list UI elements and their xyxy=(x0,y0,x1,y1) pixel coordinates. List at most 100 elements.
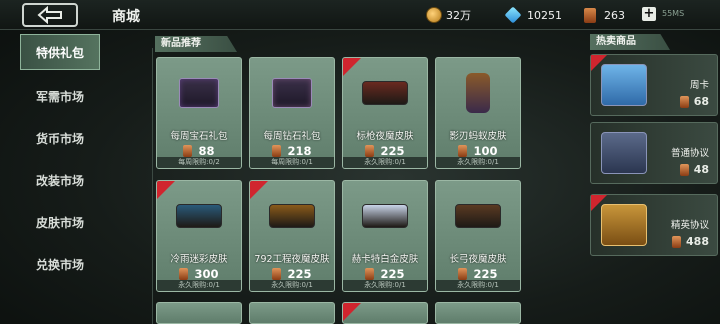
purchase-limit: 永久限购:0/1 xyxy=(343,157,427,168)
coupon-icon xyxy=(458,145,468,157)
hot-item-weekly-card[interactable]: 周卡 68 xyxy=(590,54,718,116)
product-name: 每周钻石礼包 xyxy=(263,131,321,142)
coupon-icon xyxy=(679,95,689,108)
product-card[interactable]: 赫卡特白金皮肤 225 永久限购:0/1 xyxy=(342,180,428,292)
product-card[interactable]: 冷雨迷彩皮肤 300 永久限购:0/1 xyxy=(156,180,242,292)
hot-item-price: 488 xyxy=(672,235,709,248)
product-card[interactable]: 标枪夜魔皮肤 225 永久限购:0/1 xyxy=(342,57,428,169)
sidebar-item-mod-market[interactable]: 改装市场 xyxy=(20,164,100,196)
gold-resource: 32万 xyxy=(426,6,471,24)
tank-white-icon xyxy=(343,181,427,251)
hot-item-price: 48 xyxy=(679,163,709,176)
sidebar-item-special-packs[interactable]: 特供礼包 xyxy=(20,34,100,70)
product-card-partial[interactable] xyxy=(249,302,335,324)
coupon-icon xyxy=(365,268,375,280)
back-arrow-icon xyxy=(37,6,62,24)
product-name: 长弓夜魔皮肤 xyxy=(449,254,507,265)
gem-box-purple-icon xyxy=(157,58,241,128)
sidebar-item-military-market[interactable]: 军需市场 xyxy=(20,80,100,112)
product-card[interactable]: 每周钻石礼包 218 每周限购:0/1 xyxy=(249,57,335,169)
sidebar-item-label: 特供礼包 xyxy=(35,45,84,60)
sidebar-item-label: 兑换市场 xyxy=(35,257,84,272)
mech-robot-icon xyxy=(436,58,520,128)
product-price: 225 xyxy=(343,144,427,158)
product-card[interactable]: 影刃蚂蚁皮肤 100 永久限购:0/1 xyxy=(435,57,521,169)
sidebar-item-skin-market[interactable]: 皮肤市场 xyxy=(20,206,100,238)
tank-blue-icon xyxy=(157,181,241,251)
sidebar-item-label: 皮肤市场 xyxy=(35,215,84,230)
coupon-icon xyxy=(365,145,375,157)
sidebar-item-currency-market[interactable]: 货币市场 xyxy=(20,122,100,154)
coupon-icon xyxy=(672,235,682,248)
hot-item-price-value: 68 xyxy=(693,95,709,108)
product-card-partial[interactable] xyxy=(435,302,521,324)
hot-item-price: 68 xyxy=(679,95,709,108)
coupon-icon xyxy=(272,145,282,157)
sidebar-item-label: 军需市场 xyxy=(35,89,84,104)
coupon-resource: 263 xyxy=(584,6,625,24)
hot-item-name: 普通协议 xyxy=(670,148,709,159)
tank-red-icon xyxy=(343,58,427,128)
purchase-limit: 永久限购:0/1 xyxy=(157,280,241,291)
coupon-icon xyxy=(179,268,189,280)
product-card[interactable]: 长弓夜魔皮肤 225 永久限购:0/1 xyxy=(435,180,521,292)
diamond-amount: 10251 xyxy=(527,8,562,22)
new-badge xyxy=(343,303,361,321)
purchase-limit: 每周限购:0/2 xyxy=(157,157,241,168)
diamond-resource: 10251 xyxy=(504,6,562,24)
tank-brown-icon xyxy=(436,181,520,251)
tank-orange-icon xyxy=(250,181,334,251)
purchase-limit: 永久限购:0/1 xyxy=(250,280,334,291)
sidebar: 特供礼包 军需市场 货币市场 改装市场 皮肤市场 兑换市场 xyxy=(20,34,100,322)
product-card-partial[interactable] xyxy=(156,302,242,324)
product-name: 标枪夜魔皮肤 xyxy=(356,131,414,142)
product-price: 225 xyxy=(436,267,520,281)
purchase-limit: 永久限购:0/1 xyxy=(436,280,520,291)
back-button[interactable] xyxy=(22,3,78,27)
product-price: 225 xyxy=(343,267,427,281)
hot-item-name: 精英协议 xyxy=(670,220,709,231)
product-price: 100 xyxy=(436,144,520,158)
hot-item-price-value: 488 xyxy=(686,235,709,248)
hot-item-elite-protocol[interactable]: 精英协议 488 xyxy=(590,194,718,256)
product-card[interactable]: 792工程夜魔皮肤 225 永久限购:0/1 xyxy=(249,180,335,292)
coupon-icon xyxy=(679,163,689,176)
diamond-icon xyxy=(504,6,522,24)
hot-item-price-value: 48 xyxy=(693,163,709,176)
coupon-icon xyxy=(458,268,468,280)
diamond-protocol-icon xyxy=(601,132,647,174)
coupon-icon xyxy=(584,7,596,23)
hot-items-panel: 周卡 68 普通协议 48 精英协议 488 xyxy=(590,48,720,324)
coupon-amount: 263 xyxy=(604,8,625,22)
hot-item-normal-protocol[interactable]: 普通协议 48 xyxy=(590,122,718,184)
product-price: 225 xyxy=(250,267,334,281)
product-name: 影刃蚂蚁皮肤 xyxy=(449,131,507,142)
product-card-partial[interactable] xyxy=(342,302,428,324)
page-title: 商城 xyxy=(112,9,140,25)
gold-coin-icon xyxy=(426,7,442,23)
purchase-limit: 永久限购:0/1 xyxy=(343,280,427,291)
gem-box-pink-icon xyxy=(250,58,334,128)
product-price: 300 xyxy=(157,267,241,281)
product-name: 每周宝石礼包 xyxy=(170,131,228,142)
product-price: 218 xyxy=(250,144,334,158)
sidebar-item-label: 改装市场 xyxy=(35,173,84,188)
top-bar: 商城 32万 10251 263 + 55MS xyxy=(0,0,720,30)
sidebar-item-label: 货币市场 xyxy=(35,131,84,146)
coupon-icon xyxy=(183,145,193,157)
sidebar-item-exchange-market[interactable]: 兑换市场 xyxy=(20,248,100,280)
weekly-card-icon xyxy=(601,64,647,106)
add-currency-button[interactable]: + xyxy=(642,7,656,21)
product-name: 792工程夜魔皮肤 xyxy=(254,254,330,265)
purchase-limit: 每周限购:0/1 xyxy=(250,157,334,168)
purchase-limit: 永久限购:0/1 xyxy=(436,157,520,168)
product-name: 赫卡特白金皮肤 xyxy=(351,254,419,265)
product-name: 冷雨迷彩皮肤 xyxy=(170,254,228,265)
product-card[interactable]: 每周宝石礼包 88 每周限购:0/2 xyxy=(156,57,242,169)
elite-protocol-icon xyxy=(601,204,647,246)
ping-indicator: 55MS xyxy=(662,9,685,18)
gold-amount: 32万 xyxy=(446,9,471,22)
hot-item-name: 周卡 xyxy=(689,80,709,91)
product-price: 88 xyxy=(157,144,241,158)
coupon-icon xyxy=(272,268,282,280)
